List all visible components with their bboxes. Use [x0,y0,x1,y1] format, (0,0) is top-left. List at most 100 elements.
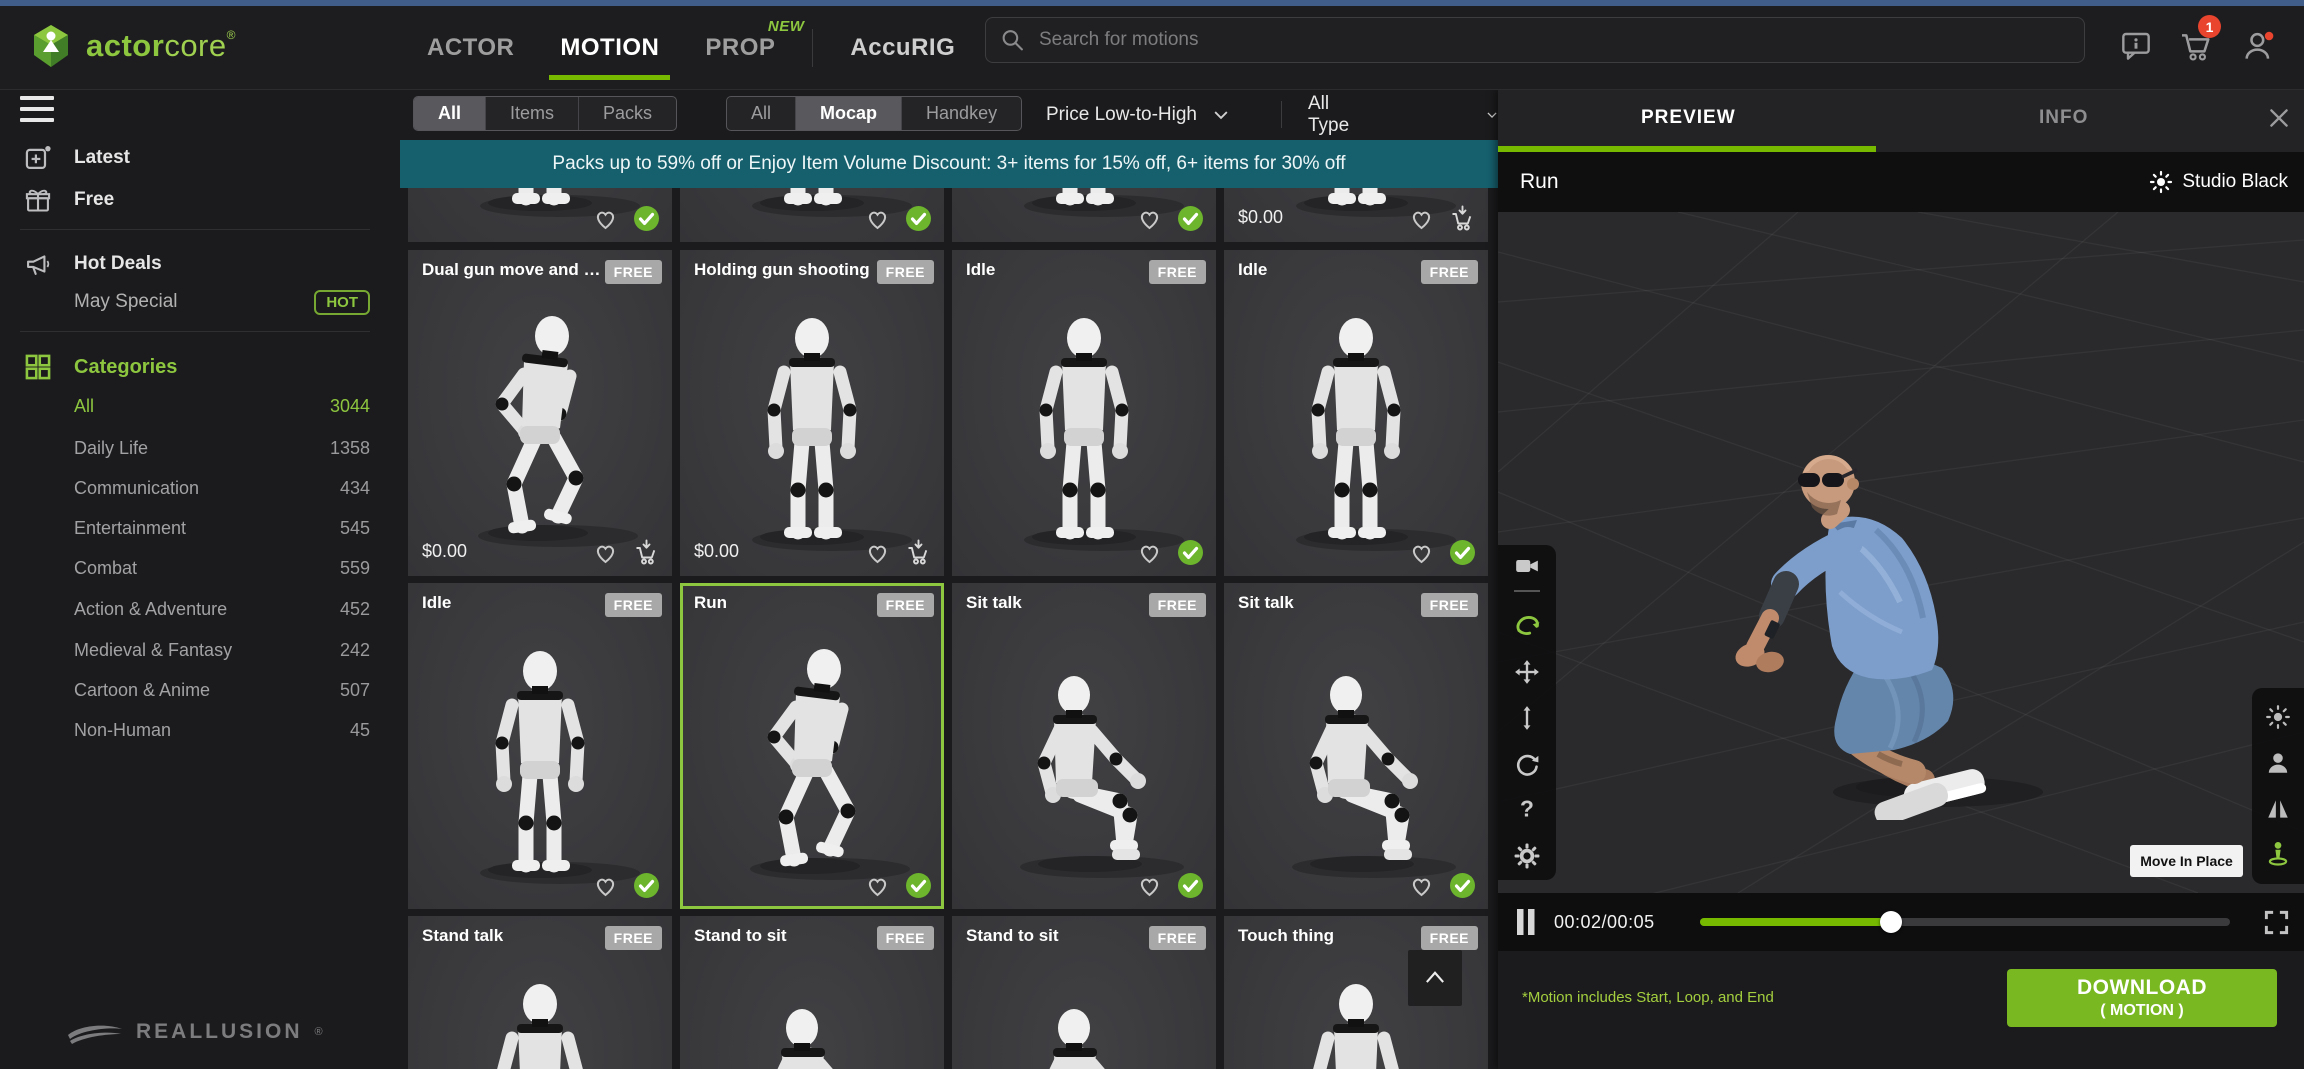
character-icon[interactable] [2265,750,2291,776]
capture-mocap[interactable]: Mocap [795,97,901,130]
motion-card[interactable]: Sit talkFREE [1224,583,1488,909]
favorite-icon[interactable] [864,872,891,899]
search-bar[interactable] [985,17,2085,63]
preview-motion-title: Run [1520,170,1559,194]
search-input[interactable] [1037,28,2070,52]
sidebar-category-non-human[interactable]: Non-Human45 [74,715,370,745]
move-tool-icon[interactable] [1514,659,1540,685]
pause-button[interactable] [1514,907,1538,937]
orbit-rotate-icon[interactable] [1514,612,1540,638]
motion-title: Touch thing [1238,926,1334,946]
environment-toggle[interactable]: Studio Black [2149,170,2288,194]
favorite-icon[interactable] [592,205,619,232]
settings-gear-icon[interactable] [1514,843,1540,869]
menu-icon[interactable] [20,96,56,124]
camera-view-icon[interactable] [1514,553,1540,579]
header: actorcore® ACTOR MOTION PROPNEW AccuRIG … [0,6,2304,90]
viewport-right-toolbar [2252,688,2304,884]
scope-packs[interactable]: Packs [578,97,676,130]
3d-viewport[interactable]: ? [1498,212,2304,893]
sidebar-section-categories[interactable]: Categories [74,352,370,382]
add-to-cart-icon[interactable] [905,539,932,566]
favorite-icon[interactable] [864,539,891,566]
favorite-icon[interactable] [1408,872,1435,899]
scroll-to-top-button[interactable] [1408,950,1462,1006]
nav-actor[interactable]: ACTOR [404,34,537,62]
add-to-cart-icon[interactable] [633,539,660,566]
sidebar-item-latest[interactable]: Latest [74,143,370,173]
promo-banner[interactable]: Packs up to 59% off or Enjoy Item Volume… [400,140,1498,188]
fullscreen-icon[interactable] [2263,909,2290,936]
motion-card-selected[interactable]: RunFREE [680,583,944,909]
download-motion-button[interactable]: DOWNLOAD ( MOTION ) [2007,969,2277,1027]
nav-active-underline [549,75,670,80]
favorite-icon[interactable] [592,872,619,899]
actorcore-logo-icon [28,23,74,69]
playback-time: 00:02/00:05 [1554,912,1655,933]
timeline-progress [1700,918,1891,926]
capture-handkey[interactable]: Handkey [901,97,1021,130]
motion-card[interactable]: IdleFREE [1224,250,1488,576]
free-badge: FREE [1149,593,1206,617]
favorite-icon[interactable] [592,539,619,566]
motion-card[interactable]: Holding gun shootingFREE $0.00 [680,250,944,576]
vertical-scale-icon[interactable] [1514,705,1540,731]
motion-card[interactable]: Stand talkFREE [408,916,672,1069]
favorite-icon[interactable] [1136,205,1163,232]
free-gift-icon [24,186,52,214]
sort-dropdown[interactable]: Price Low-to-High [1046,89,1231,140]
account-icon[interactable] [2242,30,2274,62]
motion-card[interactable]: Sit talkFREE [952,583,1216,909]
mirror-icon[interactable] [2265,796,2291,822]
scope-items[interactable]: Items [485,97,578,130]
nav-prop[interactable]: PROPNEW [682,34,798,62]
free-badge: FREE [1149,926,1206,950]
feedback-icon[interactable] [2120,30,2152,62]
sidebar-item-may-special[interactable]: May Special HOT [74,287,370,317]
favorite-icon[interactable] [1136,539,1163,566]
nav-divider [812,29,813,67]
sidebar-category-daily-life[interactable]: Daily Life1358 [74,433,370,463]
sidebar-category-cartoon-anime[interactable]: Cartoon & Anime507 [74,675,370,705]
preview-panel: PREVIEW INFO Run Studio Black [1498,89,2304,1069]
type-dropdown[interactable]: All Type [1308,89,1499,140]
add-to-cart-icon[interactable] [1449,205,1476,232]
nav-accurig[interactable]: AccuRIG [827,34,978,62]
sidebar-item-hot-deals[interactable]: Hot Deals [74,249,370,279]
close-icon[interactable] [2266,105,2292,131]
move-in-place-icon[interactable] [2265,840,2291,866]
timeline-slider[interactable] [1700,918,2230,926]
sidebar-category-communication[interactable]: Communication434 [74,473,370,503]
tab-preview[interactable]: PREVIEW [1641,89,1736,146]
owned-check-icon [1177,205,1204,232]
sidebar-category-medieval-fantasy[interactable]: Medieval & Fantasy242 [74,635,370,665]
actorcore-logo[interactable]: actorcore® [28,23,236,69]
motion-card[interactable]: Dual gun move and s…FREE $0.00 [408,250,672,576]
motion-title: Stand to sit [694,926,787,946]
nav-motion[interactable]: MOTION [537,34,682,62]
help-icon[interactable]: ? [1514,797,1540,823]
sidebar-category-all[interactable]: All3044 [74,391,370,421]
sidebar-category-combat[interactable]: Combat559 [74,553,370,583]
timeline-thumb[interactable] [1880,911,1902,933]
sidebar-category-entertainment[interactable]: Entertainment545 [74,513,370,543]
favorite-icon[interactable] [1408,539,1435,566]
logo-wordmark: actorcore® [86,28,236,64]
motion-card[interactable]: IdleFREE [408,583,672,909]
motion-card[interactable]: Stand to sitFREE [680,916,944,1069]
sidebar-divider [20,331,370,332]
motion-card[interactable]: IdleFREE [952,250,1216,576]
light-icon[interactable] [2265,704,2291,730]
tab-info[interactable]: INFO [2039,89,2088,146]
capture-all[interactable]: All [727,97,795,130]
favorite-icon[interactable] [1136,872,1163,899]
favorite-icon[interactable] [864,205,891,232]
reset-rotate-icon[interactable] [1514,751,1540,777]
scope-all[interactable]: All [414,97,485,130]
motion-card[interactable]: Stand to sitFREE [952,916,1216,1069]
price-label: $0.00 [422,541,467,562]
favorite-icon[interactable] [1408,205,1435,232]
actorcore-app: actorcore® ACTOR MOTION PROPNEW AccuRIG … [0,0,2304,1069]
sidebar-category-action-adventure[interactable]: Action & Adventure452 [74,594,370,624]
sidebar-item-free[interactable]: Free [74,185,370,215]
